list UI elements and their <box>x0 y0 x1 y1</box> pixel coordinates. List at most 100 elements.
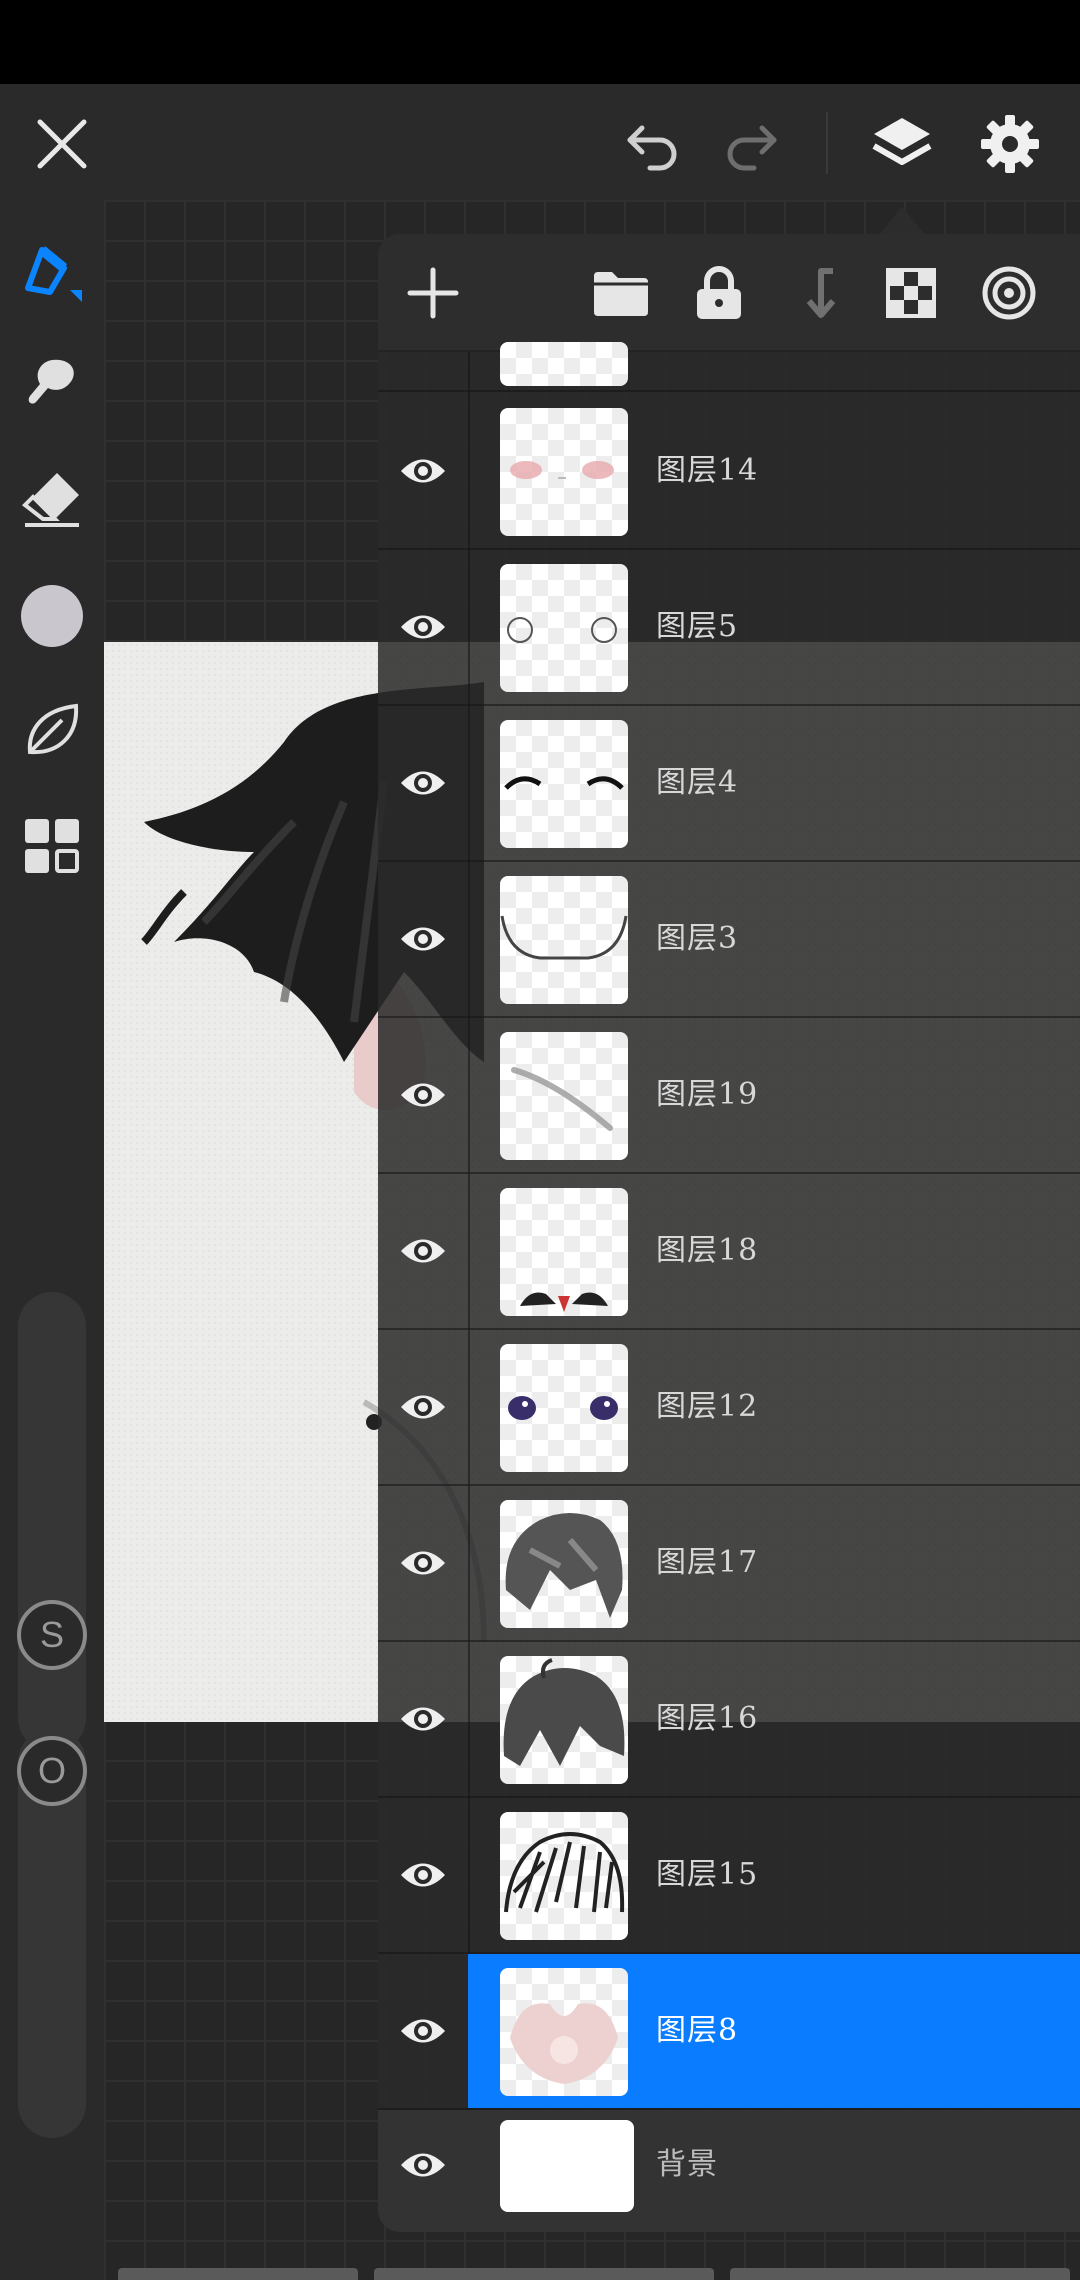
layer-row[interactable]: 图层15 <box>378 1798 1080 1954</box>
redo-button[interactable] <box>720 112 784 176</box>
layer-thumbnail <box>500 1812 628 1940</box>
opacity-button[interactable]: O <box>17 1736 87 1806</box>
layers-panel-header <box>378 234 1080 352</box>
visibility-toggle[interactable] <box>378 2110 468 2220</box>
active-color <box>21 585 83 647</box>
visibility-toggle[interactable] <box>378 550 468 704</box>
size-button[interactable]: S <box>17 1600 87 1670</box>
layer-row[interactable]: 图层18 <box>378 1174 1080 1330</box>
undo-button[interactable] <box>620 112 684 176</box>
visibility-toggle[interactable] <box>378 1486 468 1640</box>
layer-row[interactable]: 图层19 <box>378 1018 1080 1174</box>
reference-button[interactable] <box>976 260 1042 326</box>
target-icon <box>982 266 1036 320</box>
layer-row[interactable]: 图层14 <box>378 394 1080 550</box>
visibility-toggle[interactable] <box>378 394 468 548</box>
layer-thumbnail <box>500 564 628 692</box>
layer-name: 图层4 <box>656 765 739 800</box>
eye-icon <box>401 927 445 951</box>
color-swatch[interactable] <box>18 582 86 650</box>
close-icon <box>37 119 87 169</box>
add-layer-button[interactable] <box>400 260 466 326</box>
merge-down-icon <box>806 268 836 318</box>
visibility-toggle[interactable] <box>378 862 468 1016</box>
eye-icon <box>401 771 445 795</box>
layer-row[interactable]: 图层4 <box>378 706 1080 862</box>
layer-thumbnail <box>500 1500 628 1628</box>
layer-name: 图层17 <box>656 1545 759 1580</box>
visibility-toggle[interactable] <box>378 1018 468 1172</box>
eye-icon <box>401 615 445 639</box>
left-toolbar: S O <box>0 200 104 2280</box>
visibility-toggle[interactable] <box>378 1798 468 1952</box>
eye-icon <box>401 1239 445 1263</box>
layer-name: 背景 <box>656 2147 718 2182</box>
visibility-toggle[interactable] <box>378 1954 468 2108</box>
lock-button[interactable] <box>686 260 752 326</box>
layer-name: 图层18 <box>656 1233 759 1268</box>
background-layer-row[interactable]: 背景 <box>378 2110 1080 2232</box>
visibility-toggle[interactable] <box>378 1642 468 1796</box>
layer-row-selected[interactable]: 图层8 <box>378 1954 1080 2110</box>
layer-name: 图层16 <box>656 1701 759 1736</box>
layers-panel: 图层14 图层5 图层4 图层3 图层19 图层18 图层12 图层17 图层1… <box>378 234 1080 2232</box>
brush-tool[interactable] <box>18 238 86 306</box>
layer-thumbnail <box>500 1032 628 1160</box>
folder-icon <box>594 272 648 316</box>
gallery-icon <box>25 819 79 873</box>
layer-name: 图层14 <box>656 453 759 488</box>
brush-icon <box>25 246 82 302</box>
eraser-tool[interactable] <box>18 464 86 532</box>
layer-thumbnail <box>500 1656 628 1784</box>
background-color-swatch[interactable] <box>500 2120 634 2212</box>
layer-thumbnail <box>500 1344 628 1472</box>
eye-icon <box>401 1395 445 1419</box>
eye-icon <box>401 1083 445 1107</box>
lock-icon <box>697 266 741 319</box>
bottom-edge <box>118 2268 1080 2280</box>
close-button[interactable] <box>30 112 94 176</box>
layer-row-partial[interactable] <box>378 342 1080 392</box>
layer-name: 图层8 <box>656 2013 739 2048</box>
layer-thumbnail <box>500 1968 628 2096</box>
toolbar-divider <box>826 112 828 174</box>
redo-icon <box>727 125 777 171</box>
layer-name: 图层19 <box>656 1077 759 1112</box>
undo-icon <box>627 125 677 171</box>
status-bar <box>0 0 1080 84</box>
merge-down-button[interactable] <box>784 260 850 326</box>
settings-button[interactable] <box>978 112 1042 176</box>
eye-icon <box>401 459 445 483</box>
layer-row[interactable]: 图层17 <box>378 1486 1080 1642</box>
checker-icon <box>886 268 936 318</box>
visibility-toggle[interactable] <box>378 1330 468 1484</box>
layer-thumbnail <box>500 408 628 536</box>
layer-row[interactable]: 图层3 <box>378 862 1080 1018</box>
smudge-tool[interactable] <box>18 350 86 418</box>
brush-size-slider[interactable] <box>18 1292 86 1752</box>
leaf-tool[interactable] <box>18 696 86 764</box>
eraser-icon <box>21 473 79 527</box>
top-toolbar <box>0 84 1080 200</box>
layer-row[interactable]: 图层16 <box>378 1642 1080 1798</box>
smudge-icon <box>28 359 74 404</box>
transparency-button[interactable] <box>878 260 944 326</box>
eye-icon <box>401 1551 445 1575</box>
layer-name: 图层12 <box>656 1389 759 1424</box>
layer-thumbnail <box>500 876 628 1004</box>
layer-thumbnail <box>500 720 628 848</box>
eye-icon <box>401 1707 445 1731</box>
layer-row[interactable]: 图层12 <box>378 1330 1080 1486</box>
layer-row[interactable]: 图层5 <box>378 550 1080 706</box>
visibility-toggle[interactable] <box>378 1174 468 1328</box>
gallery-tool[interactable] <box>18 812 86 880</box>
group-folder-button[interactable] <box>588 260 654 326</box>
layer-name: 图层3 <box>656 921 739 956</box>
eye-icon <box>401 1863 445 1887</box>
visibility-toggle[interactable] <box>378 706 468 860</box>
layer-thumbnail <box>500 1188 628 1316</box>
layer-name: 图层5 <box>656 609 739 644</box>
layers-button[interactable] <box>870 112 934 176</box>
eye-icon <box>401 2153 445 2177</box>
leaf-icon <box>27 703 79 755</box>
